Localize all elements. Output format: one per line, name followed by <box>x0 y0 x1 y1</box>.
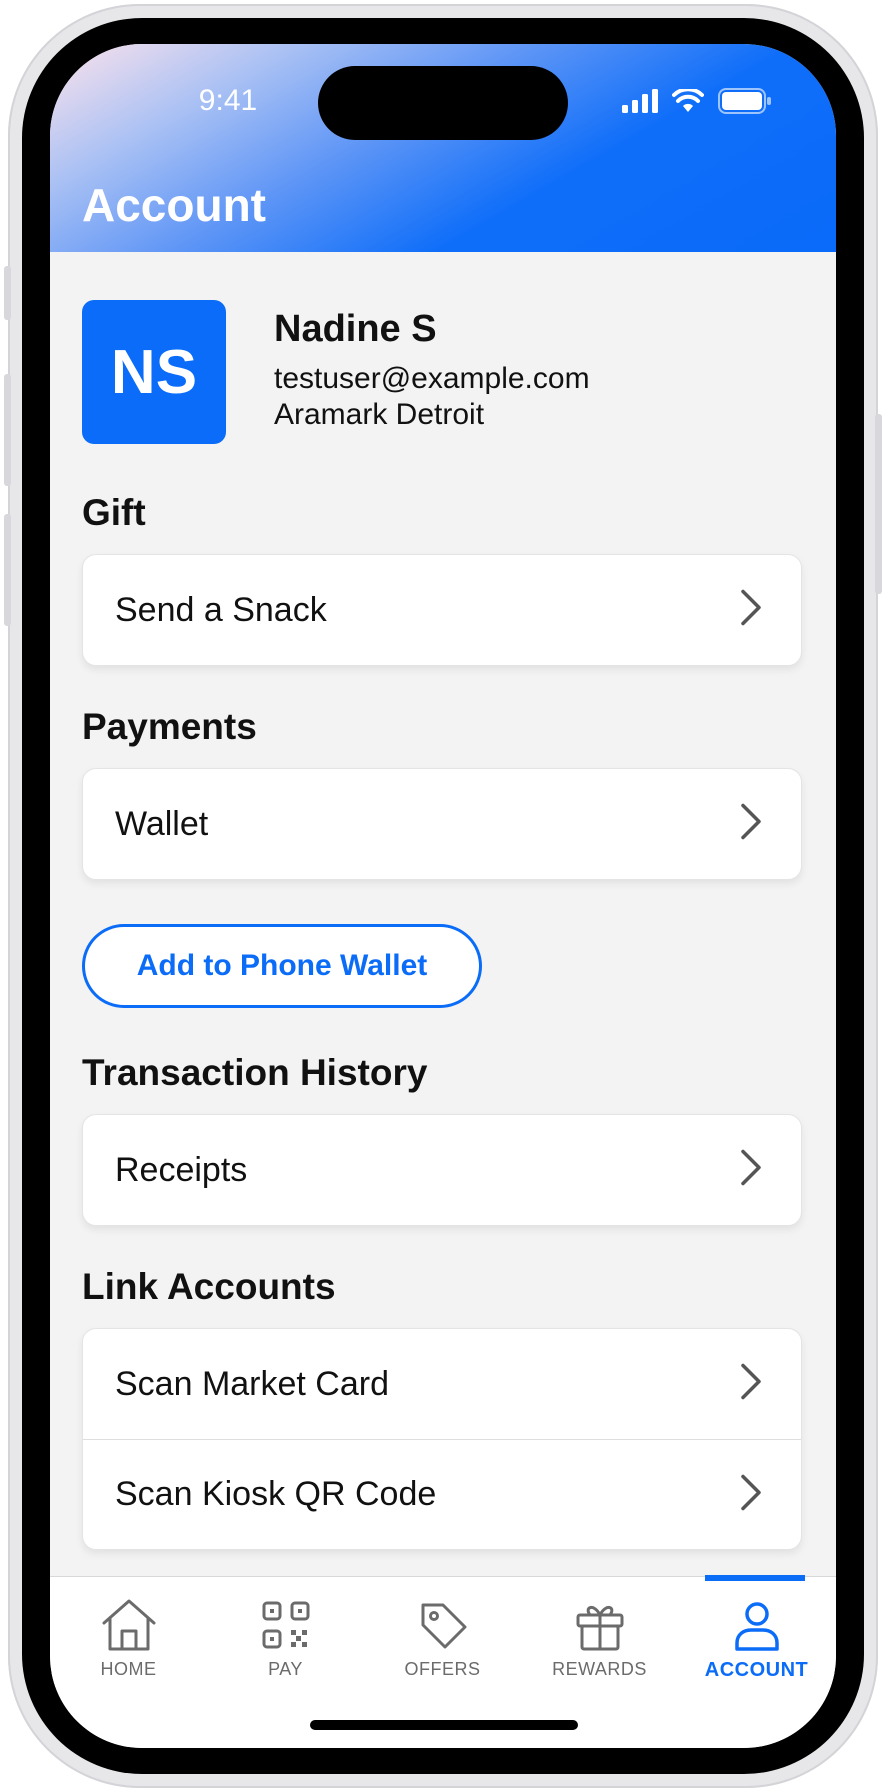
row-label: Receipts <box>115 1150 248 1189</box>
tab-label: OFFERS <box>404 1659 481 1679</box>
profile-name: Nadine S <box>274 308 437 350</box>
page-title: Account <box>82 179 266 231</box>
tab-label: PAY <box>268 1659 303 1679</box>
section-title-transaction-history: Transaction History <box>82 1052 428 1093</box>
row-label: Scan Market Card <box>115 1364 389 1403</box>
gift-icon <box>576 1606 623 1651</box>
row-label: Send a Snack <box>115 590 327 629</box>
send-a-snack-row[interactable]: Send a Snack <box>83 555 801 665</box>
volume-up-button <box>4 374 11 486</box>
wifi-icon <box>672 87 704 118</box>
row-label: Scan Kiosk QR Code <box>115 1475 437 1513</box>
tab-label: ACCOUNT <box>704 1659 809 1681</box>
volume-down-button <box>4 514 11 626</box>
app-header: 9:41 Account <box>50 44 836 252</box>
profile-email: testuser@example.com <box>274 362 590 395</box>
section-title-gift: Gift <box>82 492 146 533</box>
action-button <box>4 266 11 320</box>
scan-market-card-row[interactable]: Scan Market Card <box>83 1329 801 1439</box>
profile-location: Aramark Detroit <box>274 398 485 431</box>
chevron-right-icon <box>739 1472 763 1517</box>
chevron-right-icon <box>739 588 763 633</box>
row-label: Wallet <box>115 804 209 843</box>
tab-home[interactable]: HOME <box>50 1577 207 1697</box>
dynamic-island <box>318 66 568 140</box>
chevron-right-icon <box>739 802 763 847</box>
avatar: NS <box>82 300 226 444</box>
history-card: Receipts <box>82 1114 802 1226</box>
chevron-right-icon <box>739 1148 763 1193</box>
tab-label: HOME <box>100 1659 157 1679</box>
chevron-right-icon <box>739 1362 763 1407</box>
status-time: 9:41 <box>198 84 258 117</box>
section-title-link-accounts: Link Accounts <box>82 1266 336 1307</box>
wallet-row[interactable]: Wallet <box>83 769 801 879</box>
power-button <box>875 414 882 594</box>
receipts-row[interactable]: Receipts <box>83 1115 801 1225</box>
profile-card: NS Nadine S testuser@example.com Aramark… <box>82 300 802 444</box>
qr-code-icon <box>262 1601 309 1649</box>
link-accounts-card: Scan Market Card Scan Kiosk QR Code <box>82 1328 802 1550</box>
tag-icon <box>421 1603 466 1649</box>
tab-account[interactable]: ACCOUNT <box>678 1577 835 1697</box>
section-title-payments: Payments <box>82 706 257 747</box>
status-icons <box>622 87 772 119</box>
home-icon <box>102 1599 155 1651</box>
payments-card: Wallet <box>82 768 802 880</box>
tab-label: REWARDS <box>552 1659 647 1679</box>
tab-offers[interactable]: OFFERS <box>364 1577 521 1697</box>
screen: 9:41 Account NS Nadine S testuser@exampl… <box>50 44 836 1748</box>
tab-pay[interactable]: PAY <box>207 1577 364 1697</box>
signal-icon <box>622 89 658 118</box>
scan-kiosk-qr-code-row[interactable]: Scan Kiosk QR Code <box>83 1439 801 1549</box>
user-icon <box>734 1602 779 1651</box>
home-indicator[interactable] <box>310 1720 578 1730</box>
add-to-phone-wallet-button[interactable]: Add to Phone Wallet <box>82 924 482 1008</box>
tab-rewards[interactable]: REWARDS <box>521 1577 678 1697</box>
battery-icon <box>718 88 772 119</box>
gift-card: Send a Snack <box>82 554 802 666</box>
